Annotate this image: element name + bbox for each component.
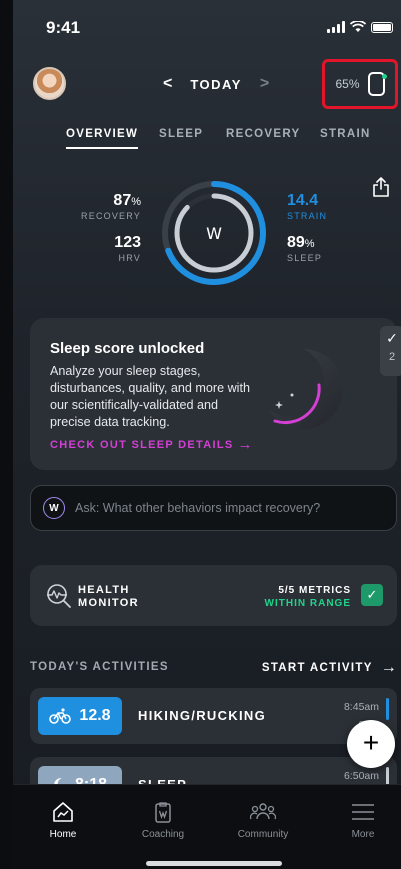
sleep-value: 89 bbox=[287, 234, 305, 251]
cellular-signal-icon bbox=[327, 21, 345, 33]
activity-start-time: 6:50am bbox=[343, 770, 379, 782]
health-monitor-label-line1: HEALTH bbox=[78, 584, 130, 596]
bike-icon bbox=[49, 708, 72, 724]
hrv-label: HRV bbox=[118, 253, 141, 263]
share-icon[interactable] bbox=[372, 177, 390, 197]
home-icon bbox=[53, 802, 73, 822]
sleep-details-link[interactable]: CHECK OUT SLEEP DETAILS → bbox=[50, 436, 254, 453]
phone-battery-icon bbox=[371, 21, 393, 33]
sleep-card-title: Sleep score unlocked bbox=[50, 340, 205, 357]
overview-dial[interactable]: W bbox=[160, 179, 268, 287]
tab-overview[interactable]: OVERVIEW bbox=[66, 128, 139, 149]
start-activity-button[interactable]: START ACTIVITY → bbox=[262, 659, 398, 677]
activity-card-hiking[interactable]: 12.8 HIKING/RUCKING 8:45am 8:00 bbox=[30, 688, 397, 744]
metrics-range-status: WITHIN RANGE bbox=[264, 598, 351, 609]
connected-status-dot bbox=[381, 74, 387, 79]
home-indicator bbox=[146, 861, 282, 866]
tab-strain[interactable]: STRAIN bbox=[320, 128, 371, 140]
date-navigator: < TODAY > bbox=[163, 75, 269, 93]
bottom-navigation: Home Coaching Community More bbox=[13, 784, 401, 869]
menu-icon bbox=[352, 804, 374, 820]
activity-strain-badge: 12.8 bbox=[38, 697, 122, 735]
activity-name: HIKING/RUCKING bbox=[138, 708, 266, 723]
sleep-details-label: CHECK OUT SLEEP DETAILS bbox=[50, 438, 234, 451]
activity-start-time: 8:45am bbox=[343, 701, 379, 713]
wifi-icon bbox=[350, 21, 366, 32]
sleep-label: SLEEP bbox=[287, 253, 323, 263]
nav-home-label: Home bbox=[49, 829, 77, 840]
sleep-card-description: Analyze your sleep stages, disturbances,… bbox=[50, 364, 250, 429]
dial-logo: W bbox=[206, 224, 222, 243]
coaching-icon bbox=[155, 802, 171, 823]
status-bar: 9:41 bbox=[13, 18, 401, 42]
tab-recovery[interactable]: RECOVERY bbox=[226, 128, 301, 140]
arrow-right-icon: → bbox=[380, 659, 398, 676]
strain-value: 14.4 bbox=[287, 192, 319, 209]
check-icon: ✓ bbox=[361, 584, 383, 606]
next-day-button[interactable]: > bbox=[260, 75, 269, 93]
health-metrics-status: 5/5 METRICS WITHIN RANGE bbox=[265, 584, 351, 610]
health-monitor-label: HEALTH MONITOR bbox=[78, 584, 139, 610]
ask-placeholder: Ask: What other behaviors impact recover… bbox=[75, 501, 321, 515]
tab-sleep[interactable]: SLEEP bbox=[159, 128, 203, 140]
strain-label: STRAIN bbox=[287, 211, 328, 221]
nav-coaching-label: Coaching bbox=[141, 829, 185, 840]
check-icon: ✓ bbox=[386, 330, 398, 346]
recovery-label: RECOVERY bbox=[81, 211, 141, 221]
moon-icon bbox=[254, 346, 343, 429]
recovery-value: 87 bbox=[113, 192, 132, 209]
health-monitor-icon bbox=[47, 584, 71, 608]
metrics-count: 5/5 METRICS bbox=[278, 585, 351, 596]
hrv-metric[interactable]: 123 HRV bbox=[114, 234, 141, 263]
previous-day-button[interactable]: < bbox=[163, 75, 172, 93]
hrv-value: 123 bbox=[114, 234, 141, 251]
nav-more-label: More bbox=[351, 829, 375, 840]
wearable-band-icon bbox=[367, 72, 387, 96]
sleep-score-card[interactable]: Sleep score unlocked Analyze your sleep … bbox=[30, 318, 401, 470]
checklist-count: 2 bbox=[388, 351, 396, 363]
nav-more[interactable]: More bbox=[323, 801, 401, 840]
device-battery-button[interactable]: 65% bbox=[322, 59, 398, 109]
arrow-right-icon: → bbox=[237, 436, 254, 453]
recovery-unit: % bbox=[131, 196, 141, 208]
activity-strain-value: 12.8 bbox=[79, 707, 111, 724]
sleep-checklist-badge[interactable]: ✓ 2 bbox=[380, 326, 401, 376]
add-activity-button[interactable]: + bbox=[347, 720, 395, 768]
health-monitor-card[interactable]: HEALTH MONITOR 5/5 METRICS WITHIN RANGE … bbox=[30, 565, 397, 626]
status-icons bbox=[327, 21, 393, 33]
sleep-unit: % bbox=[304, 238, 315, 250]
activities-title: TODAY'S ACTIVITIES bbox=[30, 661, 169, 673]
app-screen: 9:41 < TODAY > 65% OVERVIEW SLEEP RECOVE… bbox=[13, 0, 401, 869]
nav-home[interactable]: Home bbox=[23, 801, 103, 840]
sleep-metric[interactable]: 89% SLEEP bbox=[287, 234, 322, 263]
community-icon bbox=[250, 803, 276, 820]
nav-coaching[interactable]: Coaching bbox=[123, 801, 203, 840]
activity-times: 6:50am bbox=[344, 767, 379, 785]
date-label[interactable]: TODAY bbox=[190, 77, 242, 92]
ask-coach-input[interactable]: W Ask: What other behaviors impact recov… bbox=[30, 485, 397, 531]
device-battery-percent: 65% bbox=[335, 77, 360, 91]
nav-community[interactable]: Community bbox=[223, 801, 303, 840]
health-monitor-label-line2: MONITOR bbox=[78, 597, 139, 609]
coach-logo-icon: W bbox=[43, 497, 65, 519]
strain-metric[interactable]: 14.4 STRAIN bbox=[287, 192, 327, 221]
activity-timeline-bar bbox=[386, 698, 389, 720]
nav-community-label: Community bbox=[237, 829, 289, 840]
start-activity-label: START ACTIVITY bbox=[261, 662, 373, 674]
profile-avatar[interactable] bbox=[33, 67, 66, 100]
recovery-metric[interactable]: 87% RECOVERY bbox=[81, 192, 141, 221]
status-time: 9:41 bbox=[46, 18, 81, 37]
